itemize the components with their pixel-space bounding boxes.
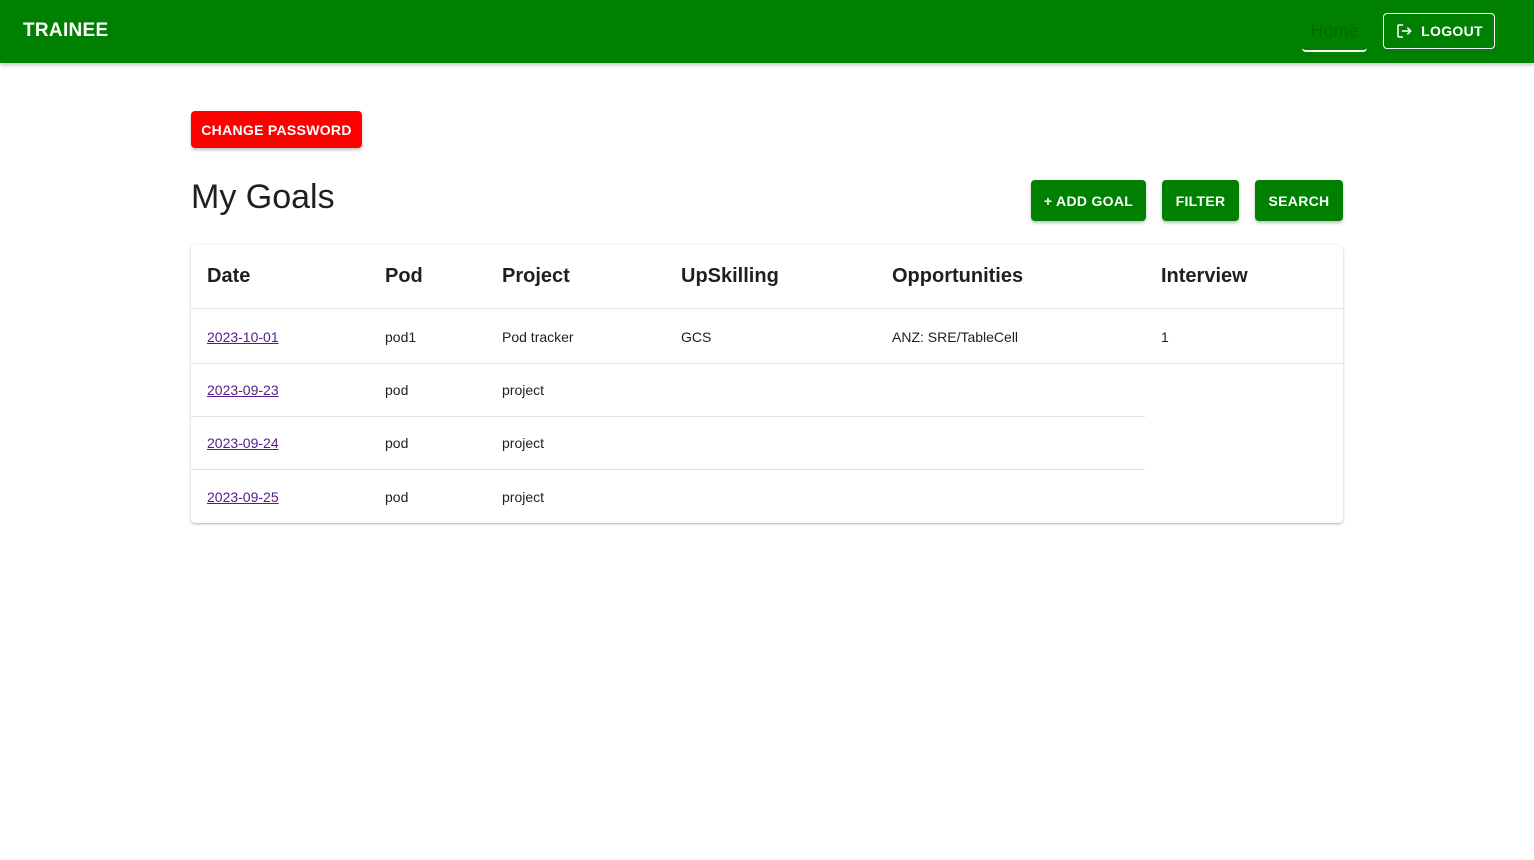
column-header-opportunities: Opportunities xyxy=(892,265,1024,287)
add-goal-button[interactable]: + ADD GOAL xyxy=(1031,180,1146,221)
filter-button[interactable]: FILTER xyxy=(1162,180,1239,221)
app-bar: TRAINEE Home LOGOUT xyxy=(0,0,1534,63)
date-cell: 2023-10-01 xyxy=(207,310,279,363)
column-header-date: Date xyxy=(207,265,251,287)
opportunities-cell: ANZ: SRE/TableCell xyxy=(892,328,1019,345)
project-cell: project xyxy=(502,435,545,451)
nav-home-link[interactable]: Home xyxy=(1302,13,1367,52)
pod-cell: pod xyxy=(385,435,409,451)
table-row: 2023-09-23 pod project xyxy=(191,364,1145,417)
app-brand: TRAINEE xyxy=(23,20,109,41)
goals-table: Date Pod Project UpSkilling Opportunitie… xyxy=(191,245,1343,523)
pod-cell: pod xyxy=(385,382,409,398)
column-header-interview: Interview xyxy=(1161,265,1248,287)
pod-cell: pod xyxy=(385,488,409,505)
upskilling-cell: GCS xyxy=(681,328,712,345)
project-cell: project xyxy=(502,488,545,505)
interview-cell: 1 xyxy=(1161,328,1169,345)
change-password-button[interactable]: CHANGE PASSWORD xyxy=(191,111,362,148)
goal-date-link[interactable]: 2023-09-24 xyxy=(207,435,279,451)
date-cell: 2023-09-24 xyxy=(207,417,279,469)
date-cell: 2023-09-23 xyxy=(207,364,279,416)
date-cell: 2023-09-25 xyxy=(207,470,279,523)
project-cell: Pod tracker xyxy=(502,328,574,345)
table-header-row: Date Pod Project UpSkilling Opportunitie… xyxy=(191,245,1343,309)
column-header-upskilling: UpSkilling xyxy=(681,265,779,287)
goal-date-link[interactable]: 2023-09-23 xyxy=(207,382,279,398)
goal-date-link[interactable]: 2023-10-01 xyxy=(207,329,279,345)
logout-icon xyxy=(1395,22,1413,40)
table-row: 2023-10-01 pod1 Pod tracker GCS ANZ: SRE… xyxy=(191,310,1343,364)
search-button[interactable]: SEARCH xyxy=(1255,180,1343,221)
goal-date-link[interactable]: 2023-09-25 xyxy=(207,489,279,505)
pod-cell: pod1 xyxy=(385,328,417,345)
project-cell: project xyxy=(502,382,545,398)
table-row: 2023-09-24 pod project xyxy=(191,417,1145,470)
table-row: 2023-09-25 pod project xyxy=(191,470,1145,523)
column-header-pod: Pod xyxy=(385,265,423,287)
page-title: My Goals xyxy=(191,178,335,216)
logout-label: LOGOUT xyxy=(1421,23,1483,39)
column-header-project: Project xyxy=(502,265,570,287)
logout-button[interactable]: LOGOUT xyxy=(1383,13,1495,49)
